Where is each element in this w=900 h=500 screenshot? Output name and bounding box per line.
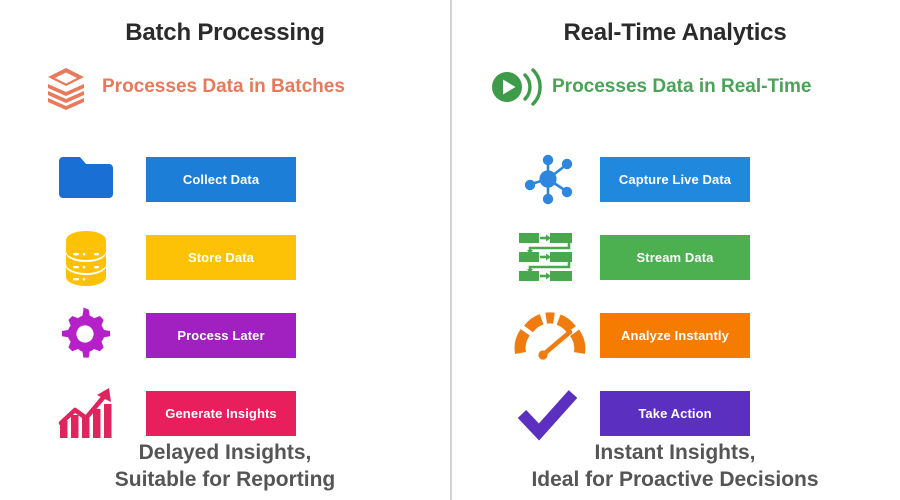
step-row: Collect Data — [0, 140, 450, 218]
footer-line: Instant Insights, — [594, 440, 756, 464]
step-bar[interactable]: Store Data — [146, 234, 296, 280]
step-row: Analyze Instantly — [450, 296, 900, 374]
growth-chart-icon — [48, 382, 124, 444]
column-title-right: Real-Time Analytics — [563, 19, 787, 46]
checkmark-icon — [510, 382, 586, 444]
subtitle-row-right: Processes Data in Real-Time — [450, 62, 900, 112]
database-icon — [48, 226, 124, 288]
network-hub-icon — [510, 148, 586, 210]
column-title-left: Batch Processing — [125, 19, 325, 46]
step-bar[interactable]: Collect Data — [146, 156, 296, 202]
step-bar[interactable]: Stream Data — [600, 234, 750, 280]
step-row: Store Data — [0, 218, 450, 296]
step-row: Capture Live Data — [450, 140, 900, 218]
step-bar[interactable]: Capture Live Data — [600, 156, 750, 202]
footer-line: Suitable for Reporting — [114, 468, 336, 492]
step-bar[interactable]: Analyze Instantly — [600, 312, 750, 358]
subtitle-text-right: Processes Data in Real-Time — [552, 76, 812, 97]
live-broadcast-icon — [490, 65, 542, 109]
gauge-icon — [510, 304, 586, 366]
stacked-layers-icon — [40, 65, 92, 110]
gear-icon — [48, 304, 124, 366]
subtitle-row-left: Processes Data in Batches — [0, 62, 450, 112]
column-footer-right: Instant Insights, Ideal for Proactive De… — [450, 439, 900, 494]
column-footer-left: Delayed Insights, Suitable for Reporting — [0, 439, 450, 494]
step-row: Stream Data — [450, 218, 900, 296]
steps-list-left: Collect Data Store Data Process Later Ge… — [0, 140, 450, 452]
batch-processing-column: Batch Processing Processes Data in Batch… — [0, 0, 450, 500]
subtitle-text-left: Processes Data in Batches — [102, 76, 345, 97]
data-pipeline-icon — [510, 226, 586, 288]
footer-line: Ideal for Proactive Decisions — [531, 468, 819, 492]
step-row: Process Later — [0, 296, 450, 374]
real-time-analytics-column: Real-Time Analytics Processes Data in Re… — [450, 0, 900, 500]
folder-icon — [48, 148, 124, 210]
infographic-canvas: Batch Processing Processes Data in Batch… — [0, 0, 900, 500]
step-bar[interactable]: Generate Insights — [146, 390, 296, 436]
steps-list-right: Capture Live Data Stream Data Analyze In… — [450, 140, 900, 452]
step-bar[interactable]: Take Action — [600, 390, 750, 436]
step-bar[interactable]: Process Later — [146, 312, 296, 358]
footer-line: Delayed Insights, — [138, 440, 312, 464]
